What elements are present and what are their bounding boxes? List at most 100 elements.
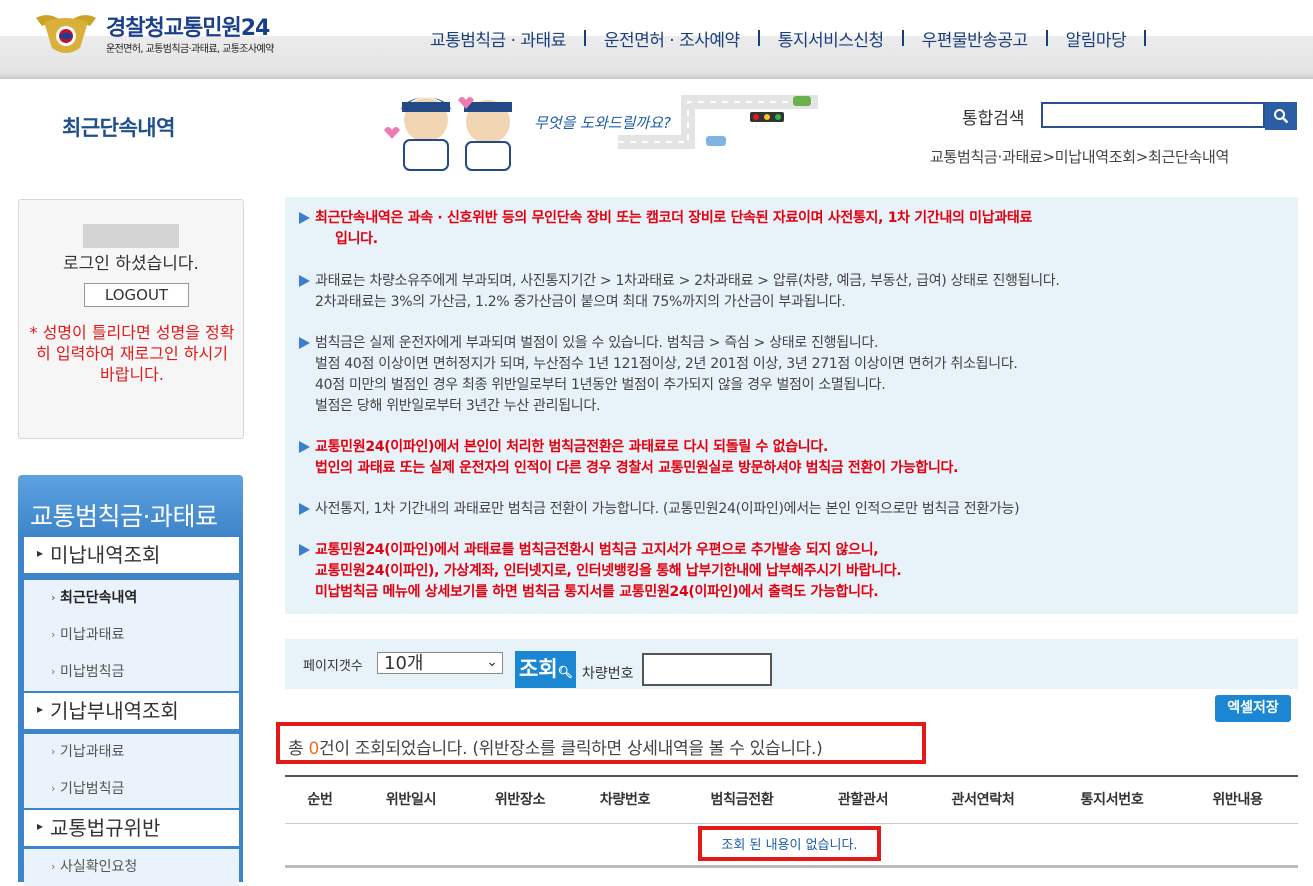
column-header: 관할관서 (837, 792, 889, 808)
banner-text: 무엇을 도와드릴까요? (534, 114, 671, 132)
nav-notice[interactable]: 알림마당 (1056, 26, 1137, 51)
notice-box: 최근단속내역은 과속 · 신호위반 등의 무인단속 장비 또는 캠코더 장비로 … (285, 197, 1298, 614)
sidebar-item-unpaid-penalty[interactable]: › 미납범칙금 (24, 654, 239, 691)
sidebar-item-fact-check[interactable]: › 사실확인요청 (24, 849, 239, 886)
sidebar-item-label: 기납범칙금 (60, 781, 125, 797)
sidebar-item-paid-inquiry[interactable]: ▸ 기납부내역조회 (24, 693, 239, 729)
table-header-row: 순번 위반일시 위반장소 차량번호 범칙금전환 관할관서 관서연락처 통지서번호… (285, 775, 1298, 824)
plate-number-input[interactable] (642, 653, 772, 686)
enforcement-table: 순번 위반일시 위반장소 차량번호 범칙금전환 관할관서 관서연락처 통지서번호… (285, 775, 1298, 870)
sidebar-item-label: 사실확인요청 (60, 859, 138, 875)
police-logo[interactable]: 경찰청교통민원24 운전면허, 교통범칙금·과태료, 교통조사예약 (30, 8, 320, 60)
sidebar-item-unpaid-inquiry[interactable]: ▸ 미납내역조회 (24, 537, 239, 573)
nav-separator (583, 30, 586, 46)
triangle-bullet-icon (299, 503, 310, 515)
nav-separator (1144, 30, 1147, 46)
sidebar-title: 교통범칙금·과태료 (30, 502, 218, 531)
triangle-bullet-icon (299, 544, 310, 556)
column-header: 위반일시 (385, 792, 437, 808)
sidebar-header: 교통범칙금·과태료 (18, 475, 243, 537)
page-title: 최근단속내역 (62, 116, 175, 140)
login-message: 로그인 하셨습니다. (63, 254, 199, 274)
notice-line: 법인의 과태료 또는 실제 운전자의 인적이 다른 경우 경찰서 교통민원실로 … (315, 460, 959, 476)
bullet-icon: › (51, 628, 56, 641)
bullet-icon: › (51, 665, 56, 678)
integrated-search-label: 통합검색 (962, 109, 1025, 129)
result-summary: 총 0건이 조회되었습니다. (위반장소를 클릭하면 상세내역을 볼 수 있습니… (288, 734, 823, 759)
sidebar-item-paid-fine[interactable]: › 기납과태료 (24, 734, 239, 771)
result-prefix: 총 (288, 739, 309, 759)
notice-item: 사전통지, 1차 기간내의 과태료만 범칙금 전환이 가능합니다. (교통민원2… (299, 499, 1020, 520)
sidebar-item-unpaid-fine[interactable]: › 미납과태료 (24, 617, 239, 654)
bullet-icon: ▸ (37, 702, 44, 716)
pagesize-label: 페이지갯수 (303, 659, 363, 674)
query-button[interactable]: 조회🔍︎ (515, 651, 576, 688)
triangle-bullet-icon (299, 441, 310, 453)
triangle-bullet-icon (299, 337, 310, 349)
notice-line: 미납범칙금 메뉴에 상세보기를 하면 범칙금 통지서를 교통민원24(이파인)에… (315, 584, 879, 600)
bullet-icon: ▸ (37, 546, 44, 560)
notice-line: 교통민원24(이파인), 가상계좌, 인터넷지로, 인터넷뱅킹을 통해 납부기한… (315, 563, 902, 579)
notice-line: 최근단속내역은 과속 · 신호위반 등의 무인단속 장비 또는 캠코더 장비로 … (315, 210, 1033, 226)
column-header: 관서연락처 (951, 792, 1015, 808)
logo-title-second: 교통민원24 (163, 16, 271, 41)
pagesize-select[interactable]: 10개 ⌄ (377, 652, 503, 674)
sidebar-item-label: 미납범칙금 (60, 664, 125, 680)
search-input[interactable] (1041, 102, 1265, 128)
notice-item: 과태료는 차량소유주에게 부과되며, 사진통지기간 > 1차과태료 > 2차과태… (299, 271, 1060, 313)
chevron-down-icon: ⌄ (486, 654, 498, 670)
result-suffix: 건이 조회되었습니다. (위반장소를 클릭하면 상세내역을 볼 수 있습니다.) (318, 739, 823, 759)
triangle-bullet-icon (299, 212, 310, 224)
result-summary-highlight: 총 0건이 조회되었습니다. (위반장소를 클릭하면 상세내역을 볼 수 있습니… (276, 722, 926, 764)
bullet-icon: ▸ (37, 819, 44, 833)
nav-license[interactable]: 운전면허 · 조사예약 (594, 26, 750, 51)
notice-line: 사전통지, 1차 기간내의 과태료만 범칙금 전환이 가능합니다. (교통민원2… (315, 501, 1020, 517)
nav-returned-mail[interactable]: 우편물반송공고 (912, 26, 1038, 51)
sidebar-item-label: 기납과태료 (60, 744, 125, 760)
excel-save-button[interactable]: 엑셀저장 (1215, 695, 1291, 722)
notice-item: 교통민원24(이파인)에서 본인이 처리한 범칙금전환은 과태료로 다시 되돌릴… (299, 437, 958, 479)
column-header: 차량번호 (599, 792, 651, 808)
bullet-icon: › (51, 860, 56, 873)
mascot-banner: 무엇을 도와드릴까요? (378, 82, 828, 174)
main-nav: 교통범칙금 · 과태료 운전면허 · 조사예약 통지서비스신청 우편물반송공고 … (420, 24, 1154, 52)
result-count: 0 (308, 739, 319, 759)
table-bottom-border (285, 865, 1298, 868)
police-emblem-icon (36, 15, 96, 53)
bullet-icon: › (51, 591, 56, 604)
logout-button[interactable]: LOGOUT (84, 283, 189, 307)
logo-subtitle: 운전면허, 교통범칙금·과태료, 교통조사예약 (106, 44, 274, 55)
column-header: 위반장소 (494, 792, 546, 808)
sidebar-item-paid-penalty[interactable]: › 기납범칙금 (24, 771, 239, 808)
sidebar-item-recent-enforcement[interactable]: › 최근단속내역 (24, 580, 239, 617)
notice-item: 범칙금은 실제 운전자에게 부과되며 벌점이 있을 수 있습니다. 범칙금 > … (299, 333, 1018, 417)
notice-line: 2차과태료는 3%의 가산금, 1.2% 중가산금이 붙으며 최대 75%까지의… (315, 294, 846, 310)
nav-notification[interactable]: 통지서비스신청 (768, 26, 894, 51)
sidebar-item-label: 교통법규위반 (50, 816, 161, 840)
sidebar-item-label: 미납과태료 (60, 627, 125, 643)
notice-line: 과태료는 차량소유주에게 부과되며, 사진통지기간 > 1차과태료 > 2차과태… (315, 273, 1060, 289)
notice-line: 입니다. (335, 231, 378, 247)
plate-number-label: 차량번호 (582, 666, 634, 682)
logo-title-first: 경찰청 (106, 16, 165, 41)
triangle-bullet-icon (299, 275, 310, 287)
search-button[interactable] (1265, 102, 1297, 130)
login-box: 로그인 하셨습니다. LOGOUT * 성명이 틀리다면 성명을 정확히 입력하… (18, 199, 244, 439)
sidebar-menu: 교통범칙금·과태료 ▸ 미납내역조회 › 최근단속내역 › 미납과태료 › 미납범칙금 … (18, 475, 243, 886)
notice-line: 벌점은 당해 위반일로부터 3년간 누산 관리됩니다. (315, 398, 601, 414)
column-header: 통지서번호 (1080, 792, 1144, 808)
police-mascot-illustration: 무엇을 도와드릴까요? (384, 95, 818, 171)
query-label: 조회 (519, 657, 558, 681)
notice-item: 최근단속내역은 과속 · 신호위반 등의 무인단속 장비 또는 캠코더 장비로 … (299, 208, 1032, 250)
sidebar-item-label: 기납부내역조회 (50, 699, 179, 723)
sidebar-item-traffic-violation[interactable]: ▸ 교통법규위반 (24, 810, 239, 846)
notice-item: 교통민원24(이파인)에서 과태료를 범칙금전환시 범칙금 고지서가 우편으로 … (299, 540, 902, 603)
column-header: 범칙금전환 (710, 792, 774, 808)
notice-line: 벌점 40점 이상이면 면허정지가 되며, 누산점수 1년 121점이상, 2년… (315, 356, 1018, 372)
nav-separator (1045, 30, 1048, 46)
notice-line: 교통민원24(이파인)에서 과태료를 범칙금전환시 범칙금 고지서가 우편으로 … (315, 542, 879, 558)
empty-result-highlight: 조회 된 내용이 없습니다. (698, 826, 881, 861)
pagesize-value: 10개 (384, 653, 424, 674)
nav-fines[interactable]: 교통범칙금 · 과태료 (420, 26, 576, 51)
login-warning: * 성명이 틀리다면 성명을 정확히 입력하여 재로그인 하시기 바랍니다. (29, 323, 235, 384)
